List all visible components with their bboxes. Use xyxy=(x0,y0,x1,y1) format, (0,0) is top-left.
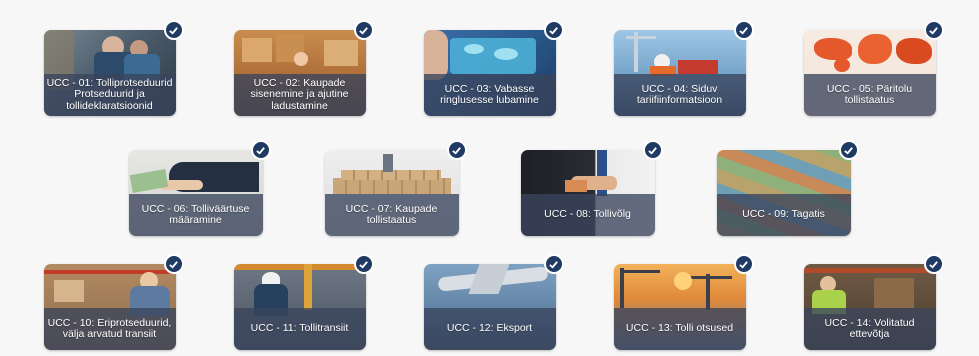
course-grid: UCC - 01: Tolliprotseduurid Protseduurid… xyxy=(0,0,979,356)
course-tile-ucc-02[interactable]: UCC - 02: Kaupade sisenemine ja ajutine … xyxy=(233,30,366,116)
tile-caption: UCC - 05: Päritolu tollistaatus xyxy=(803,74,936,116)
tile-caption: UCC - 14: Volitatud ettevõtja xyxy=(803,308,936,350)
course-tile-ucc-05[interactable]: UCC - 05: Päritolu tollistaatus xyxy=(803,30,936,116)
tile-caption: UCC - 01: Tolliprotseduurid Protseduurid… xyxy=(43,74,176,116)
tile-title: UCC - 09: Tagatis xyxy=(742,208,825,221)
tile-caption: UCC - 03: Vabasse ringlusesse lubamine xyxy=(423,74,556,116)
course-tile-ucc-13[interactable]: UCC - 13: Tolli otsused xyxy=(613,264,746,350)
course-tile-ucc-14[interactable]: UCC - 14: Volitatud ettevõtja xyxy=(803,264,936,350)
tile-title: UCC - 08: Tollivõlg xyxy=(544,208,631,221)
tile-caption: UCC - 04: Siduv tariifiinformatsioon xyxy=(613,74,746,116)
tile-caption: UCC - 09: Tagatis xyxy=(716,194,851,236)
check-badge-icon xyxy=(353,20,374,40)
check-badge-icon xyxy=(543,254,564,274)
course-tile-ucc-07[interactable]: UCC - 07: Kaupade tollistaatus xyxy=(324,150,459,236)
tile-title: UCC - 10: Eriprotseduurid, välja arvatud… xyxy=(47,316,172,340)
check-badge-icon xyxy=(838,140,859,160)
check-badge-icon xyxy=(543,20,564,40)
tile-caption: UCC - 13: Tolli otsused xyxy=(613,308,746,350)
course-tile-ucc-10[interactable]: UCC - 10: Eriprotseduurid, välja arvatud… xyxy=(43,264,176,350)
tile-caption: UCC - 10: Eriprotseduurid, välja arvatud… xyxy=(43,308,176,350)
course-tile-ucc-08[interactable]: UCC - 08: Tollivõlg xyxy=(520,150,655,236)
course-tile-ucc-09[interactable]: UCC - 09: Tagatis xyxy=(716,150,851,236)
course-tile-ucc-04[interactable]: UCC - 04: Siduv tariifiinformatsioon xyxy=(613,30,746,116)
check-badge-icon xyxy=(923,254,944,274)
tile-title: UCC - 01: Tolliprotseduurid Protseduurid… xyxy=(46,76,173,112)
course-tile-ucc-11[interactable]: UCC - 11: Tollitransiit xyxy=(233,264,366,350)
check-badge-icon xyxy=(163,20,184,40)
tile-title: UCC - 05: Päritolu tollistaatus xyxy=(826,82,913,106)
tile-title: UCC - 03: Vabasse ringlusesse lubamine xyxy=(440,82,539,106)
course-tile-ucc-12[interactable]: UCC - 12: Eksport xyxy=(423,264,556,350)
tile-title: UCC - 02: Kaupade sisenemine ja ajutine … xyxy=(250,76,349,112)
tile-caption: UCC - 07: Kaupade tollistaatus xyxy=(324,194,459,236)
check-badge-icon xyxy=(923,20,944,40)
course-tile-ucc-01[interactable]: UCC - 01: Tolliprotseduurid Protseduurid… xyxy=(43,30,176,116)
tile-title: UCC - 14: Volitatud ettevõtja xyxy=(824,316,915,340)
tile-row-3: UCC - 10: Eriprotseduurid, välja arvatud… xyxy=(0,254,979,350)
tile-title: UCC - 07: Kaupade tollistaatus xyxy=(345,202,438,226)
course-tile-ucc-06[interactable]: UCC - 06: Tolliväärtuse määramine xyxy=(128,150,263,236)
check-badge-icon xyxy=(733,20,754,40)
check-badge-icon xyxy=(353,254,374,274)
check-badge-icon xyxy=(733,254,754,274)
tile-caption: UCC - 02: Kaupade sisenemine ja ajutine … xyxy=(233,74,366,116)
tile-row-1: UCC - 01: Tolliprotseduurid Protseduurid… xyxy=(0,20,979,116)
tile-title: UCC - 06: Tolliväärtuse määramine xyxy=(141,202,250,226)
tile-title: UCC - 04: Siduv tariifiinformatsioon xyxy=(636,82,723,106)
check-badge-icon xyxy=(642,140,663,160)
check-badge-icon xyxy=(250,140,271,160)
tile-title: UCC - 12: Eksport xyxy=(446,322,533,335)
check-badge-icon xyxy=(163,254,184,274)
tile-caption: UCC - 11: Tollitransiit xyxy=(233,308,366,350)
tile-title: UCC - 13: Tolli otsused xyxy=(625,322,734,335)
check-badge-icon xyxy=(446,140,467,160)
tile-caption: UCC - 08: Tollivõlg xyxy=(520,194,655,236)
tile-caption: UCC - 06: Tolliväärtuse määramine xyxy=(128,194,263,236)
tile-title: UCC - 11: Tollitransiit xyxy=(250,322,349,335)
tile-caption: UCC - 12: Eksport xyxy=(423,308,556,350)
tile-row-2: UCC - 06: Tolliväärtuse määramine UCC - … xyxy=(0,140,979,236)
course-tile-ucc-03[interactable]: UCC - 03: Vabasse ringlusesse lubamine xyxy=(423,30,556,116)
